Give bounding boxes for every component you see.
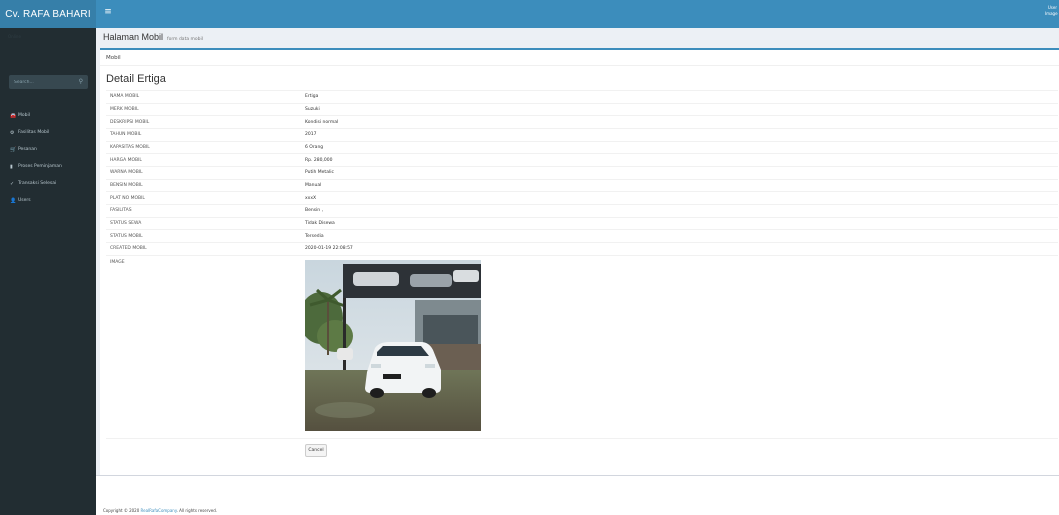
row-value: 6 Orang bbox=[301, 140, 1058, 154]
row-label: PLAT NO MOBIL bbox=[106, 191, 301, 205]
table-row: STATUS SEWA Tidak Disewa bbox=[106, 216, 1058, 230]
car-icon: 🚘 bbox=[10, 112, 17, 119]
footer-company-link[interactable]: RealRafaCompany bbox=[141, 508, 177, 513]
sidebar-item-label: Proses Peminjaman bbox=[18, 164, 62, 169]
sidebar: Online ⚲ 🚘 Mobil ⚙ Fasilitas Mobil 🛒 Pes… bbox=[0, 28, 96, 515]
table-row: NAMA MOBIL Ertiga bbox=[106, 90, 1058, 104]
footer-suffix: . All rights reserved. bbox=[176, 508, 218, 513]
footer-copyright: Copyright © 2020 RealRafaCompany. All ri… bbox=[103, 508, 217, 513]
row-value: Manual bbox=[301, 178, 1058, 192]
main-header: Cv. RAFA BAHARI ≡ User Image bbox=[0, 0, 1059, 28]
table-row-image: IMAGE bbox=[106, 254, 1058, 439]
menu-toggle-icon[interactable]: ≡ bbox=[102, 6, 114, 18]
user-menu-line2: Image bbox=[1045, 11, 1058, 16]
table-row: TAHUN MOBIL 2017 bbox=[106, 127, 1058, 142]
cancel-button[interactable]: Cancel bbox=[305, 443, 327, 457]
user-menu[interactable]: User Image bbox=[1045, 5, 1058, 17]
sidebar-item-label: Pesanan bbox=[18, 147, 37, 152]
table-row: MERK MOBIL Suzuki bbox=[106, 102, 1058, 116]
detail-table: NAMA MOBIL Ertiga MERK MOBIL Suzuki DESKRI… bbox=[106, 90, 1058, 463]
sidebar-item-mobil[interactable]: 🚘 Mobil bbox=[0, 107, 96, 124]
car-photo bbox=[305, 259, 481, 431]
row-label: IMAGE bbox=[106, 254, 301, 439]
table-row: BENSIN MOBIL Manual bbox=[106, 178, 1058, 192]
sidebar-item-users[interactable]: 👤 Users bbox=[0, 192, 96, 209]
sidebar-item-pesanan[interactable]: 🛒 Pesanan bbox=[0, 141, 96, 158]
cart-icon: 🛒 bbox=[10, 146, 17, 153]
top-navbar: ≡ User Image bbox=[96, 0, 1059, 28]
row-value: Ertiga bbox=[301, 90, 1058, 104]
row-label: STATUS SEWA bbox=[106, 216, 301, 230]
chart-icon: ▮ bbox=[10, 163, 13, 170]
row-label: KAPASITAS MOBIL bbox=[106, 140, 301, 154]
page-title: Halaman Mobil bbox=[103, 32, 164, 42]
table-row: DESKRIPSI MOBIL Kondisi normal bbox=[106, 115, 1058, 129]
row-value: 2020-01-19 22:08:57 bbox=[301, 241, 1058, 256]
footer-prefix: Copyright © 2020 bbox=[103, 508, 141, 513]
search-input[interactable] bbox=[14, 79, 69, 85]
detail-heading: Detail Ertiga bbox=[106, 73, 166, 85]
row-value: Bensin , bbox=[301, 203, 1058, 218]
table-row: PLAT NO MOBIL xxxX bbox=[106, 191, 1058, 205]
row-actions: Cancel bbox=[301, 437, 1058, 463]
row-label: NAMA MOBIL bbox=[106, 90, 301, 104]
brand-logo[interactable]: Cv. RAFA BAHARI bbox=[0, 0, 96, 28]
row-value: Tidak Disewa bbox=[301, 216, 1058, 230]
sidebar-item-label: Fasilitas Mobil bbox=[18, 130, 50, 135]
row-value: Rp. 280,000 bbox=[301, 153, 1058, 167]
row-value: xxxX bbox=[301, 191, 1058, 205]
row-value: Kondisi normal bbox=[301, 115, 1058, 129]
table-row: WARNA MOBIL Putih Metalic bbox=[106, 165, 1058, 180]
box-header: Mobil bbox=[100, 50, 1059, 66]
table-row-actions: Cancel bbox=[106, 437, 1058, 463]
box-title: Mobil bbox=[106, 54, 121, 61]
row-value-image bbox=[301, 254, 1058, 439]
user-icon: 👤 bbox=[10, 197, 17, 204]
sidebar-item-transaksi-selesai[interactable]: ✓ Transaksi Selesai bbox=[0, 175, 96, 192]
table-row: KAPASITAS MOBIL 6 Orang bbox=[106, 140, 1058, 154]
row-label: BENSIN MOBIL bbox=[106, 178, 301, 192]
table-row: CREATED MOBIL 2020-01-19 22:08:57 bbox=[106, 241, 1058, 256]
row-label: HARGA MOBIL bbox=[106, 153, 301, 167]
table-row: FASILITAS Bensin , bbox=[106, 203, 1058, 218]
sidebar-item-label: Mobil bbox=[18, 113, 30, 118]
sidebar-item-proses-peminjaman[interactable]: ▮ Proses Peminjaman bbox=[0, 158, 96, 175]
table-row: STATUS MOBIL Tersedia bbox=[106, 229, 1058, 243]
row-label: MERK MOBIL bbox=[106, 102, 301, 116]
row-value: Suzuki bbox=[301, 102, 1058, 116]
table-row: HARGA MOBIL Rp. 280,000 bbox=[106, 153, 1058, 167]
row-label-empty bbox=[106, 437, 301, 463]
page-subtitle: form data mobil bbox=[167, 37, 204, 42]
sidebar-item-label: Users bbox=[18, 198, 31, 203]
content-header: Halaman Mobil form data mobil bbox=[103, 32, 203, 42]
content-wrapper: Halaman Mobil form data mobil Mobil Deta… bbox=[96, 28, 1059, 515]
detail-box: Mobil Detail Ertiga NAMA MOBIL Ertiga MER… bbox=[100, 48, 1059, 478]
row-value: Tersedia bbox=[301, 229, 1058, 243]
search-icon[interactable]: ⚲ bbox=[79, 79, 83, 85]
row-label: DESKRIPSI MOBIL bbox=[106, 115, 301, 129]
row-label: WARNA MOBIL bbox=[106, 165, 301, 180]
gear-icon: ⚙ bbox=[10, 129, 15, 136]
check-icon: ✓ bbox=[10, 180, 15, 187]
sidebar-search: ⚲ bbox=[9, 75, 88, 89]
row-value: 2017 bbox=[301, 127, 1058, 142]
row-value: Putih Metalic bbox=[301, 165, 1058, 180]
sidebar-item-label: Transaksi Selesai bbox=[18, 181, 57, 186]
row-label: STATUS MOBIL bbox=[106, 229, 301, 243]
row-label: TAHUN MOBIL bbox=[106, 127, 301, 142]
row-label: CREATED MOBIL bbox=[106, 241, 301, 256]
sidebar-item-fasilitas-mobil[interactable]: ⚙ Fasilitas Mobil bbox=[0, 124, 96, 141]
sidebar-menu: 🚘 Mobil ⚙ Fasilitas Mobil 🛒 Pesanan ▮ Pr… bbox=[0, 107, 96, 209]
main-footer: Copyright © 2020 RealRafaCompany. All ri… bbox=[96, 475, 1059, 515]
user-status: Online bbox=[8, 34, 21, 39]
row-label: FASILITAS bbox=[106, 203, 301, 218]
